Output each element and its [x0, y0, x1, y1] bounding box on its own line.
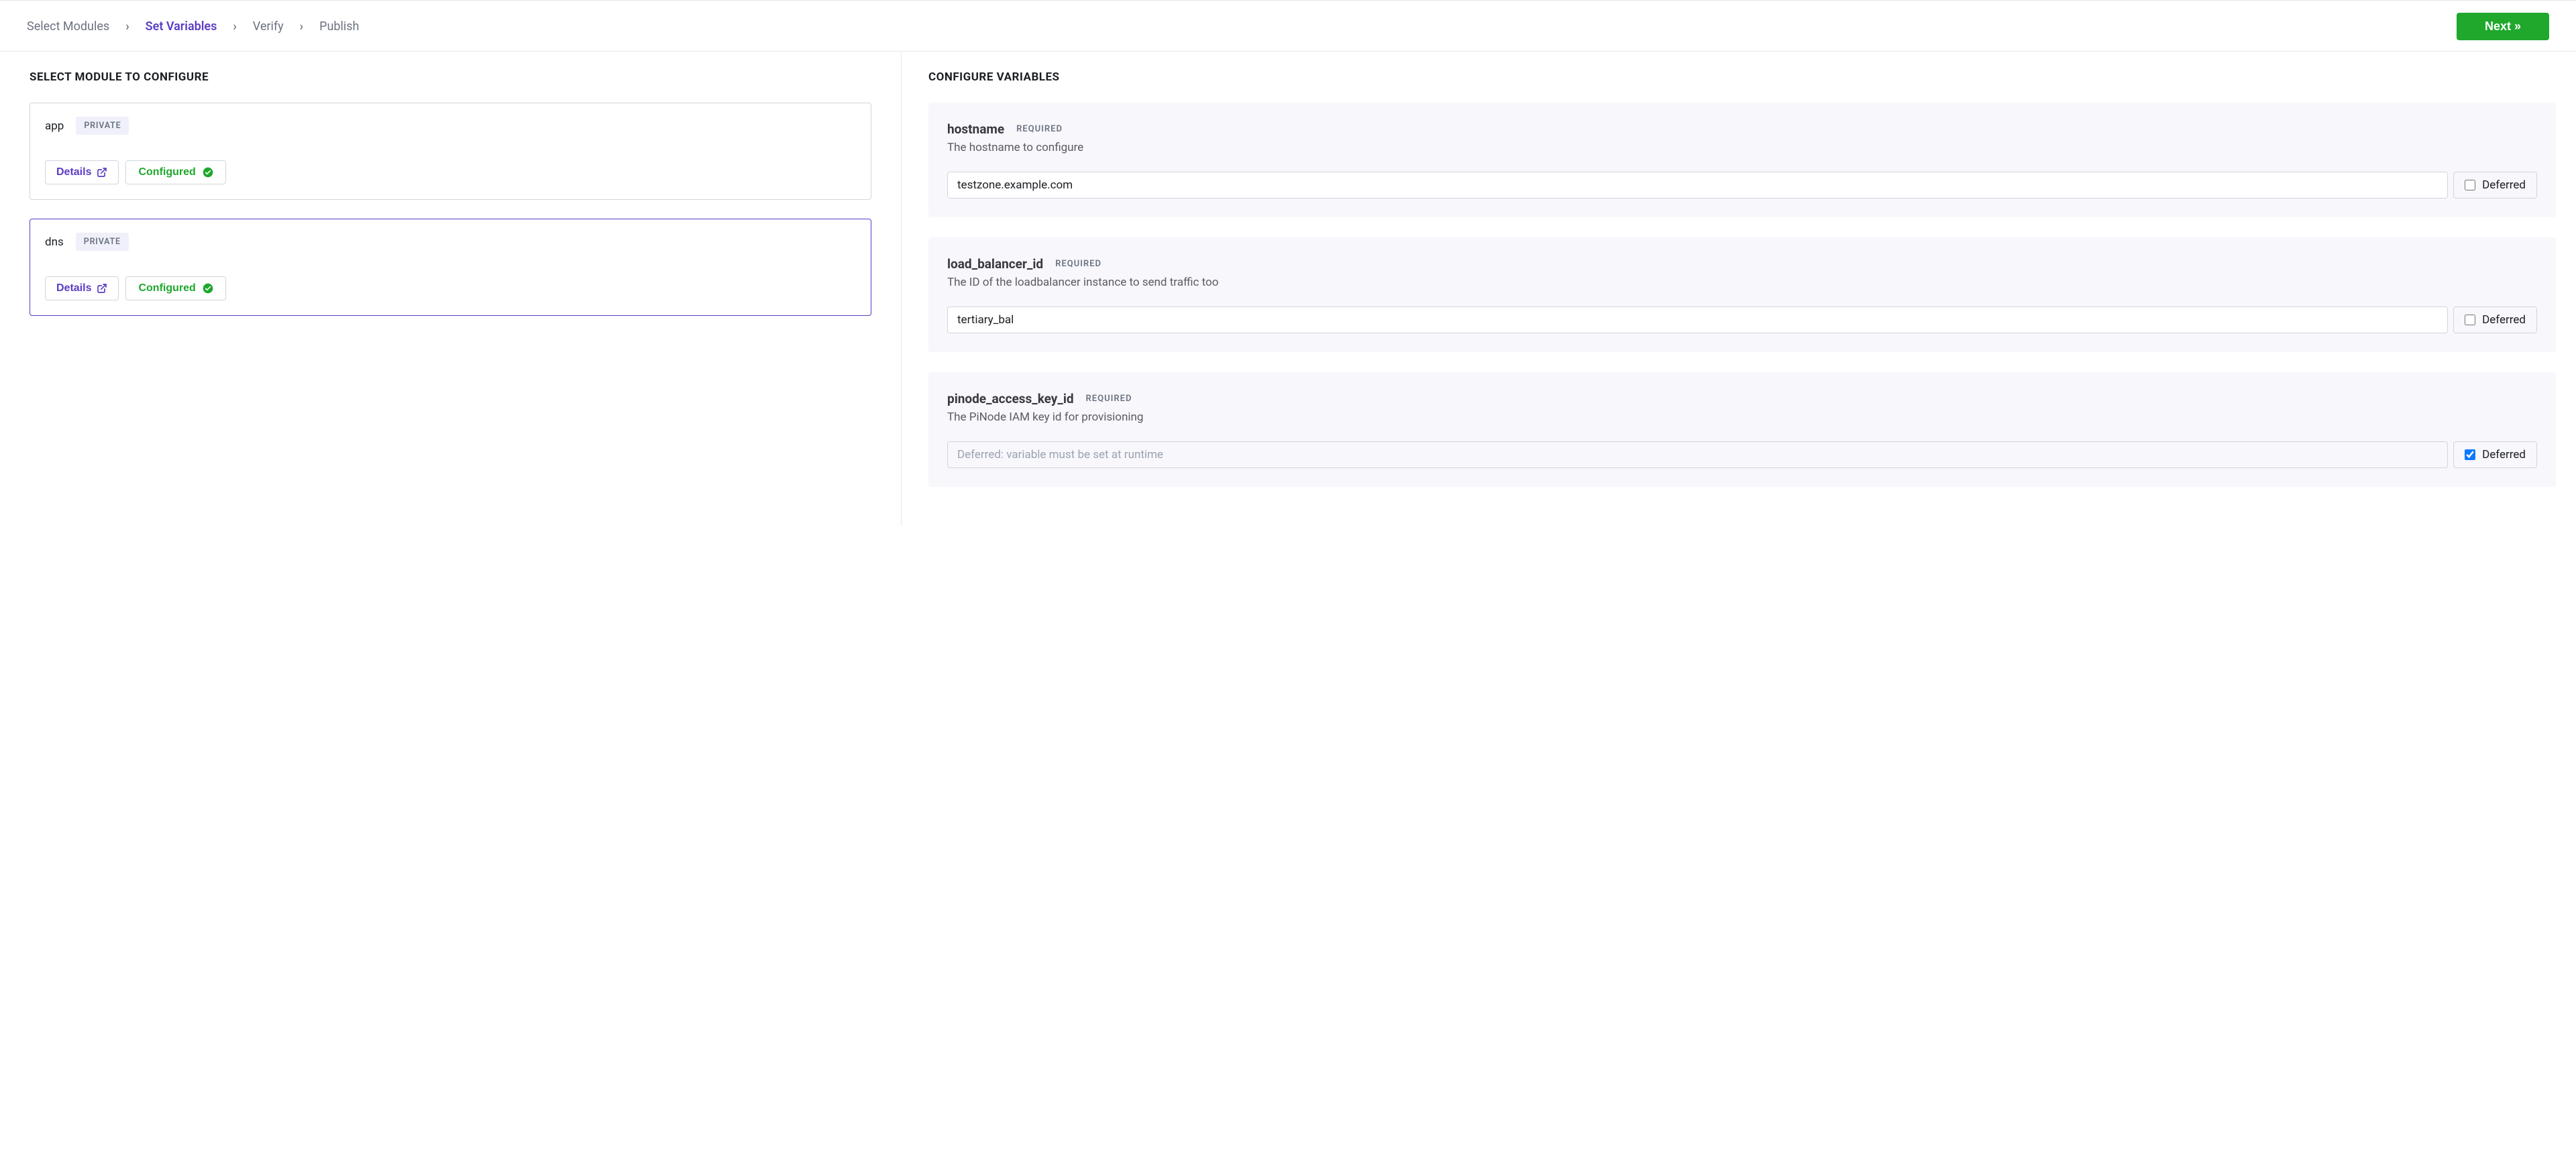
deferred-checkbox[interactable]: [2465, 315, 2475, 325]
configured-status-button[interactable]: Configured: [125, 276, 225, 300]
variable-input: [947, 441, 2448, 468]
main-content: SELECT MODULE TO CONFIGURE app PRIVATE D…: [0, 52, 2576, 526]
module-card-app[interactable]: app PRIVATE Details Configured: [30, 103, 871, 200]
module-head: dns PRIVATE: [45, 233, 856, 251]
variable-name: hostname: [947, 121, 1004, 137]
module-name: app: [45, 119, 64, 133]
deferred-label: Deferred: [2482, 448, 2526, 461]
module-actions: Details Configured: [45, 160, 856, 184]
variable-input[interactable]: [947, 307, 2448, 333]
required-badge: REQUIRED: [1016, 124, 1063, 134]
wizard-topbar: Select Modules › Set Variables › Verify …: [0, 0, 2576, 52]
details-label: Details: [56, 282, 91, 294]
deferred-label: Deferred: [2482, 178, 2526, 192]
configured-label: Configured: [138, 282, 195, 294]
deferred-toggle[interactable]: Deferred: [2453, 441, 2537, 468]
details-button[interactable]: Details: [45, 160, 119, 184]
variable-input[interactable]: [947, 172, 2448, 199]
next-button-label: Next »: [2485, 19, 2521, 34]
module-head: app PRIVATE: [45, 117, 856, 135]
module-actions: Details Configured: [45, 276, 856, 300]
visibility-badge: PRIVATE: [76, 117, 129, 135]
deferred-toggle[interactable]: Deferred: [2453, 307, 2537, 333]
chevron-right-icon: ›: [233, 19, 236, 34]
visibility-badge: PRIVATE: [76, 233, 129, 251]
module-sidebar: SELECT MODULE TO CONFIGURE app PRIVATE D…: [0, 52, 902, 526]
variable-input-row: Deferred: [947, 441, 2537, 468]
crumb-verify[interactable]: Verify: [253, 19, 284, 34]
details-button[interactable]: Details: [45, 276, 119, 300]
variable-head: pinode_access_key_id REQUIRED: [947, 391, 2537, 406]
variable-description: The hostname to configure: [947, 141, 2537, 154]
right-section-title: CONFIGURE VARIABLES: [928, 70, 2556, 84]
variable-card-hostname: hostname REQUIRED The hostname to config…: [928, 103, 2556, 217]
variable-input-row: Deferred: [947, 307, 2537, 333]
variable-name: pinode_access_key_id: [947, 391, 1074, 406]
variable-input-row: Deferred: [947, 172, 2537, 199]
required-badge: REQUIRED: [1086, 394, 1132, 404]
configured-label: Configured: [138, 166, 195, 178]
external-link-icon: [97, 283, 107, 294]
module-name: dns: [45, 235, 64, 249]
check-circle-icon: [203, 283, 213, 294]
external-link-icon: [97, 167, 107, 178]
crumb-set-variables[interactable]: Set Variables: [146, 19, 217, 34]
chevron-right-icon: ›: [125, 19, 129, 34]
deferred-toggle[interactable]: Deferred: [2453, 172, 2537, 199]
variable-head: load_balancer_id REQUIRED: [947, 256, 2537, 272]
variables-panel: CONFIGURE VARIABLES hostname REQUIRED Th…: [902, 52, 2576, 526]
module-card-dns[interactable]: dns PRIVATE Details Configured: [30, 219, 871, 316]
variable-name: load_balancer_id: [947, 256, 1043, 272]
next-button[interactable]: Next »: [2457, 13, 2549, 40]
variable-card-pinode-access-key-id: pinode_access_key_id REQUIRED The PiNode…: [928, 372, 2556, 487]
breadcrumb: Select Modules › Set Variables › Verify …: [27, 19, 359, 34]
details-label: Details: [56, 166, 91, 178]
deferred-checkbox[interactable]: [2465, 180, 2475, 190]
crumb-select-modules[interactable]: Select Modules: [27, 19, 109, 34]
variable-description: The PiNode IAM key id for provisioning: [947, 410, 2537, 424]
deferred-label: Deferred: [2482, 313, 2526, 327]
variable-card-load-balancer-id: load_balancer_id REQUIRED The ID of the …: [928, 237, 2556, 352]
check-circle-icon: [203, 167, 213, 178]
left-section-title: SELECT MODULE TO CONFIGURE: [30, 70, 871, 84]
configured-status-button[interactable]: Configured: [125, 160, 225, 184]
variable-description: The ID of the loadbalancer instance to s…: [947, 276, 2537, 289]
deferred-checkbox[interactable]: [2465, 449, 2475, 460]
crumb-publish[interactable]: Publish: [319, 19, 359, 34]
variable-head: hostname REQUIRED: [947, 121, 2537, 137]
required-badge: REQUIRED: [1055, 259, 1102, 269]
chevron-right-icon: ›: [300, 19, 303, 34]
